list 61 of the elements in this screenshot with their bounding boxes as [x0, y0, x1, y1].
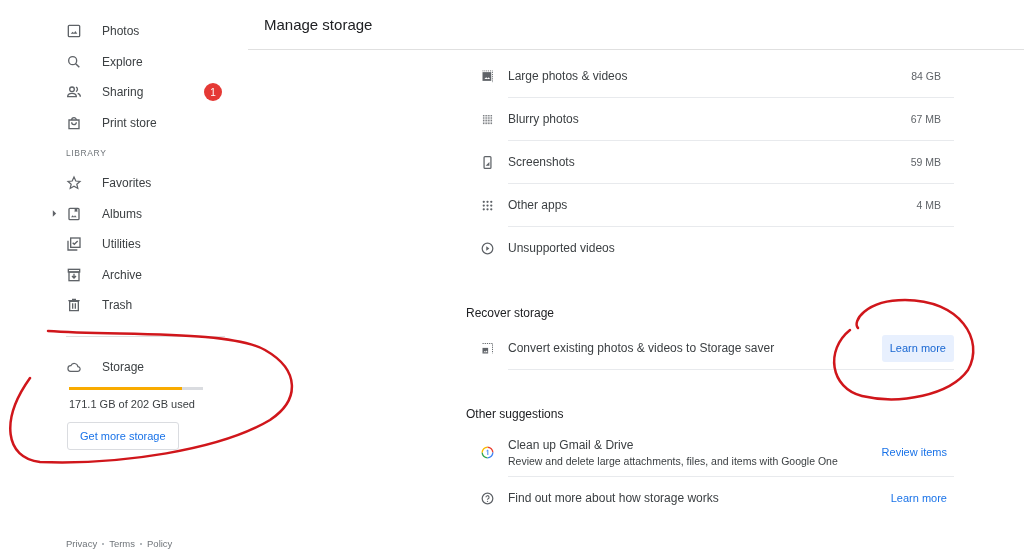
nav-item[interactable]: Print store — [52, 107, 222, 138]
nav-item[interactable]: Sharing 1 — [52, 77, 222, 108]
storage-usage: 171.1 GB of 202 GB used — [69, 397, 196, 410]
section-title: Other suggestions — [466, 406, 565, 423]
nav-item[interactable]: Photos — [52, 16, 222, 47]
learn-button[interactable]: Learn more — [881, 334, 954, 362]
checklist-icon — [66, 236, 82, 253]
dot-grid-icon — [480, 112, 495, 127]
list-item[interactable]: Blurry photos 67 MB — [466, 98, 954, 141]
item-label: Find out more about how storage works — [508, 491, 720, 505]
apps-icon — [480, 198, 495, 213]
learn-button[interactable]: Learn more — [883, 492, 954, 504]
page-title: Manage storage — [264, 16, 373, 33]
photo-icon — [66, 23, 82, 40]
item-label: Convert existing photos & videos to Storage saver — [508, 341, 776, 355]
nav-item[interactable]: Favorites — [52, 168, 222, 199]
list-item[interactable]: Screenshots 59 MB — [466, 141, 954, 184]
phone-icon — [480, 155, 495, 170]
list-item[interactable]: Clean up Gmail & Drive Review and delete large attachments, files, and items with Google One Review items — [466, 428, 954, 477]
search-icon — [66, 53, 82, 70]
get-storage-button[interactable]: Get more storage — [67, 421, 179, 450]
footer-link[interactable]: Terms — [109, 538, 136, 549]
caret-icon[interactable] — [52, 210, 57, 218]
trash-icon — [66, 297, 82, 314]
list-item[interactable]: Unsupported videos — [466, 227, 954, 269]
item-label: Other apps — [508, 198, 569, 212]
item-label: Screenshots — [508, 155, 576, 169]
item-label: Large photos & videos — [508, 69, 629, 83]
photo-icon — [480, 341, 495, 356]
nav-item[interactable]: Explore — [52, 46, 222, 77]
item-label: Blurry photos — [508, 112, 580, 126]
item-label: Unsupported videos — [508, 241, 616, 255]
item-size: 59 MB — [910, 156, 941, 168]
nav-item[interactable]: Albums — [52, 198, 222, 229]
help-icon — [480, 490, 495, 506]
item-label: Clean up Gmail & Drive — [508, 437, 635, 452]
star-icon — [66, 175, 82, 192]
list-item[interactable]: Other apps 4 MB — [466, 184, 954, 227]
play-icon — [480, 240, 495, 256]
item-size: 4 MB — [916, 199, 941, 211]
item-size: 84 GB — [911, 70, 941, 82]
album-icon — [66, 205, 82, 222]
notification-badge: 1 — [204, 83, 222, 102]
nav-item[interactable]: Trash — [52, 290, 222, 321]
photo-icon — [480, 69, 495, 84]
footer-link[interactable]: Policy — [147, 538, 173, 549]
section-heading: LIBRARY — [65, 147, 108, 160]
list-item[interactable]: Convert existing photos & videos to Storage saver Learn more — [466, 327, 954, 370]
ring-icon — [480, 445, 495, 460]
bag-icon — [66, 114, 82, 131]
nav-item[interactable]: Archive — [52, 259, 222, 290]
item-description: Review and delete large attachments, files, and items with Google One — [508, 454, 839, 467]
item-size: 67 MB — [910, 113, 941, 125]
footer-link[interactable]: Privacy — [66, 538, 98, 549]
list-item[interactable]: Find out more about how storage works Learn more — [466, 477, 954, 519]
archive-icon — [66, 266, 82, 283]
storage-label: Storage — [102, 359, 145, 374]
list-item[interactable]: Large photos & videos 84 GB — [466, 55, 954, 98]
learn-button[interactable]: Review items — [874, 446, 954, 458]
section-title: Recover storage — [466, 305, 556, 322]
nav-item[interactable]: Utilities — [52, 229, 222, 260]
